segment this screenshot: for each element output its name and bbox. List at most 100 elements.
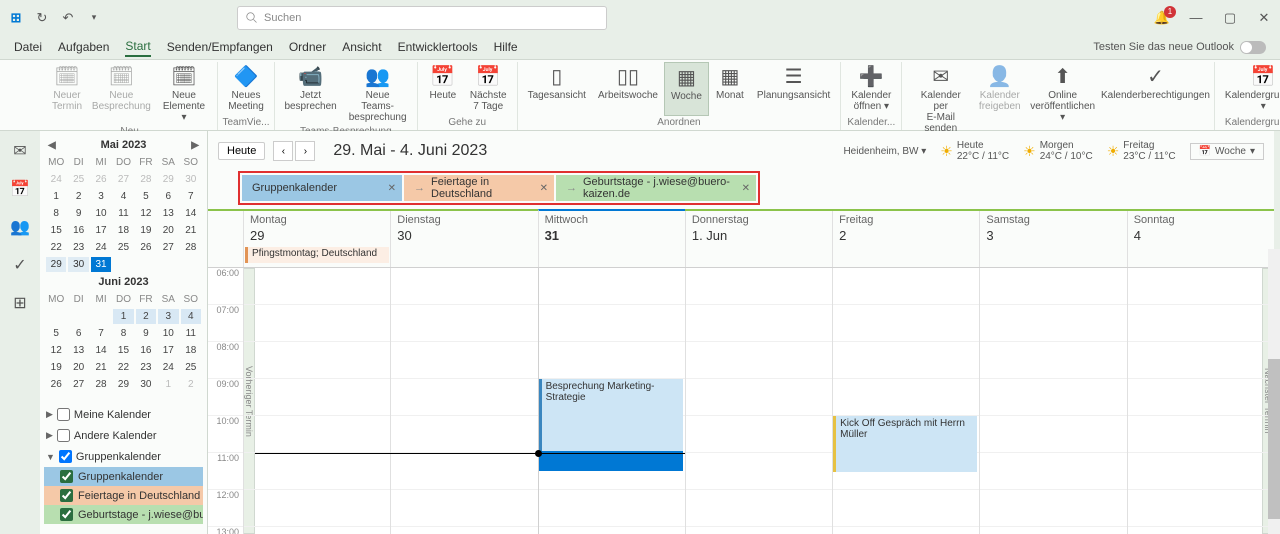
toggle-switch[interactable] <box>1240 41 1266 54</box>
notification-bell-icon[interactable]: 🔔 <box>1154 10 1170 26</box>
undo-icon[interactable]: ↶ <box>60 10 76 26</box>
ribbon-button[interactable]: ✉Kalender perE-Mail senden <box>906 62 975 136</box>
ribbon-button[interactable]: ➕Kalenderöffnen ▾ <box>845 62 897 116</box>
day-headers: Montag29Dienstag30Mittwoch31Donnerstag1.… <box>208 209 1274 246</box>
menu-senden[interactable]: Senden/Empfangen <box>167 38 273 56</box>
close-tab-icon[interactable]: ✕ <box>540 183 548 194</box>
ribbon-button[interactable]: 👤Kalenderfreigeben <box>975 62 1024 136</box>
day-header[interactable]: Mittwoch31 <box>538 209 685 246</box>
sync-icon[interactable]: ↻ <box>34 10 50 26</box>
ribbon-button[interactable]: ☰Planungsansicht <box>751 62 836 116</box>
prev-week-button[interactable]: ‹ <box>273 141 293 161</box>
calendar-event[interactable]: Besprechung Marketing-Strategie <box>539 379 683 451</box>
day-header[interactable]: Sonntag4 <box>1127 211 1274 246</box>
weather-tomorrow: ☀Morgen24°C / 10°C <box>1023 140 1093 162</box>
search-input[interactable]: Suchen <box>237 6 607 30</box>
titlebar: ⊞ ↻ ↶ ▾ Suchen 🔔 — ▢ ✕ <box>0 0 1280 35</box>
tasks-icon[interactable]: ✓ <box>13 255 26 275</box>
group-andere-kalender[interactable]: ▶Andere Kalender <box>44 425 203 446</box>
ribbon-button[interactable]: 🗓NeueBesprechung <box>88 62 155 125</box>
weather-today: ☀Heute22°C / 11°C <box>940 140 1009 162</box>
ribbon-button[interactable]: 🔷NeuesMeeting <box>222 62 270 116</box>
menu-ordner[interactable]: Ordner <box>289 38 326 56</box>
calendar-item[interactable]: Gruppenkalender <box>44 467 203 486</box>
ribbon-button[interactable]: 🗓NeueElemente ▾ <box>155 62 213 125</box>
day-column[interactable]: Kick Off Gespräch mit Herrn Müller <box>832 268 979 534</box>
calendar-item[interactable]: Feiertage in Deutschland <box>44 486 203 505</box>
ribbon-button[interactable]: 📹Jetztbesprechen <box>279 62 343 125</box>
allday-event[interactable]: Pfingstmontag; Deutschland <box>245 247 389 263</box>
maximize-icon[interactable]: ▢ <box>1222 10 1238 26</box>
calendar-icon[interactable]: 📅 <box>10 179 30 199</box>
day-column[interactable] <box>1127 268 1274 534</box>
outlook-logo-icon: ⊞ <box>8 10 24 26</box>
now-indicator <box>539 453 685 454</box>
people-icon[interactable]: 👥 <box>10 217 30 237</box>
ribbon-button[interactable]: ▯▯Arbeitswoche <box>592 62 664 116</box>
group-gruppenkalender[interactable]: ▼Gruppenkalender <box>44 446 203 467</box>
day-column[interactable] <box>390 268 537 534</box>
calendar-item[interactable]: Geburtstage - j.wiese@buero-k... <box>44 505 203 524</box>
minical-month1: Mai 2023 <box>101 139 147 151</box>
ribbon-button[interactable]: ⬆Onlineveröffentlichen ▾ <box>1024 62 1101 136</box>
minimize-icon[interactable]: — <box>1188 10 1204 26</box>
sun-icon: ☀ <box>1023 143 1036 160</box>
calendar-event[interactable] <box>539 451 683 471</box>
minical-may[interactable]: MODIMIDOFRSASO24252627282930123456789101… <box>44 153 203 274</box>
menu-datei[interactable]: Datei <box>14 38 42 56</box>
calendar-tabs-highlight: Gruppenkalender✕→Feiertage in Deutschlan… <box>238 171 760 205</box>
close-tab-icon[interactable]: ✕ <box>388 183 396 194</box>
ribbon-button[interactable]: ✓Kalenderberechtigungen <box>1101 62 1210 136</box>
side-panel: ◀ Mai 2023 ▶ MODIMIDOFRSASO2425262728293… <box>40 131 208 534</box>
day-header[interactable]: Montag29 <box>243 211 390 246</box>
close-tab-icon[interactable]: ✕ <box>742 183 750 194</box>
mail-icon[interactable]: ✉ <box>13 141 26 161</box>
menubar: Datei Aufgaben Start Senden/Empfangen Or… <box>0 35 1280 59</box>
ribbon-button[interactable]: ▦Woche <box>664 62 709 116</box>
day-header[interactable]: Freitag2 <box>832 211 979 246</box>
day-header[interactable]: Donnerstag1. Jun <box>685 211 832 246</box>
new-outlook-toggle[interactable]: Testen Sie das neue Outlook <box>1093 39 1266 55</box>
menu-ansicht[interactable]: Ansicht <box>342 38 381 56</box>
ribbon-button[interactable]: ▯Tagesansicht <box>522 62 592 116</box>
ribbon: 🗓NeuerTermin🗓NeueBesprechung🗓NeueElement… <box>0 59 1280 131</box>
calendar-tab[interactable]: Gruppenkalender✕ <box>242 175 402 201</box>
search-icon <box>246 12 258 24</box>
calendar-tab[interactable]: →Geburtstage - j.wiese@buero-kaizen.de✕ <box>556 175 756 201</box>
scrollbar[interactable] <box>1268 249 1280 534</box>
dropdown-icon[interactable]: ▾ <box>86 10 102 26</box>
ribbon-button[interactable]: 📅Kalendergruppen▾ <box>1219 62 1280 116</box>
ribbon-button[interactable]: 👥Neue Teams-besprechung <box>342 62 413 125</box>
today-button[interactable]: Heute <box>218 142 265 160</box>
more-icon[interactable]: ⊞ <box>13 293 26 313</box>
close-icon[interactable]: ✕ <box>1256 10 1272 26</box>
menu-aufgaben[interactable]: Aufgaben <box>58 38 109 56</box>
ribbon-button[interactable]: 🗓NeuerTermin <box>46 62 88 125</box>
minical-june[interactable]: MODIMIDOFRSASO12345678910111213141516171… <box>44 290 203 394</box>
next-week-button[interactable]: › <box>295 141 315 161</box>
ribbon-button[interactable]: 📅Heute <box>422 62 464 116</box>
scrollbar-thumb[interactable] <box>1268 359 1280 519</box>
time-grid[interactable]: Vorheriger Termin Nächster Termin 06:000… <box>208 268 1274 534</box>
prev-month-icon[interactable]: ◀ <box>48 140 56 151</box>
day-column[interactable] <box>979 268 1126 534</box>
view-selector[interactable]: 📅 Woche ▾ <box>1190 143 1264 160</box>
calendar-event[interactable]: Kick Off Gespräch mit Herrn Müller <box>833 416 977 472</box>
day-column[interactable]: Besprechung Marketing-Strategie <box>538 268 685 534</box>
search-placeholder: Suchen <box>264 12 301 24</box>
group-meine-kalender[interactable]: ▶Meine Kalender <box>44 404 203 425</box>
location-label[interactable]: Heidenheim, BW ▾ <box>843 146 926 157</box>
day-column[interactable] <box>685 268 832 534</box>
day-header[interactable]: Samstag3 <box>979 211 1126 246</box>
menu-hilfe[interactable]: Hilfe <box>494 38 518 56</box>
minical-month2: Juni 2023 <box>98 276 148 288</box>
menu-dev[interactable]: Entwicklertools <box>398 38 478 56</box>
ribbon-button[interactable]: 📅Nächste7 Tage <box>464 62 513 116</box>
day-header[interactable]: Dienstag30 <box>390 211 537 246</box>
menu-start[interactable]: Start <box>125 37 150 57</box>
calendar-tab[interactable]: →Feiertage in Deutschland✕ <box>404 175 554 201</box>
next-month-icon[interactable]: ▶ <box>191 140 199 151</box>
calendar-list: ▶Meine Kalender ▶Andere Kalender ▼Gruppe… <box>44 404 203 524</box>
ribbon-button[interactable]: ▦Monat <box>709 62 751 116</box>
day-column[interactable] <box>243 268 390 534</box>
